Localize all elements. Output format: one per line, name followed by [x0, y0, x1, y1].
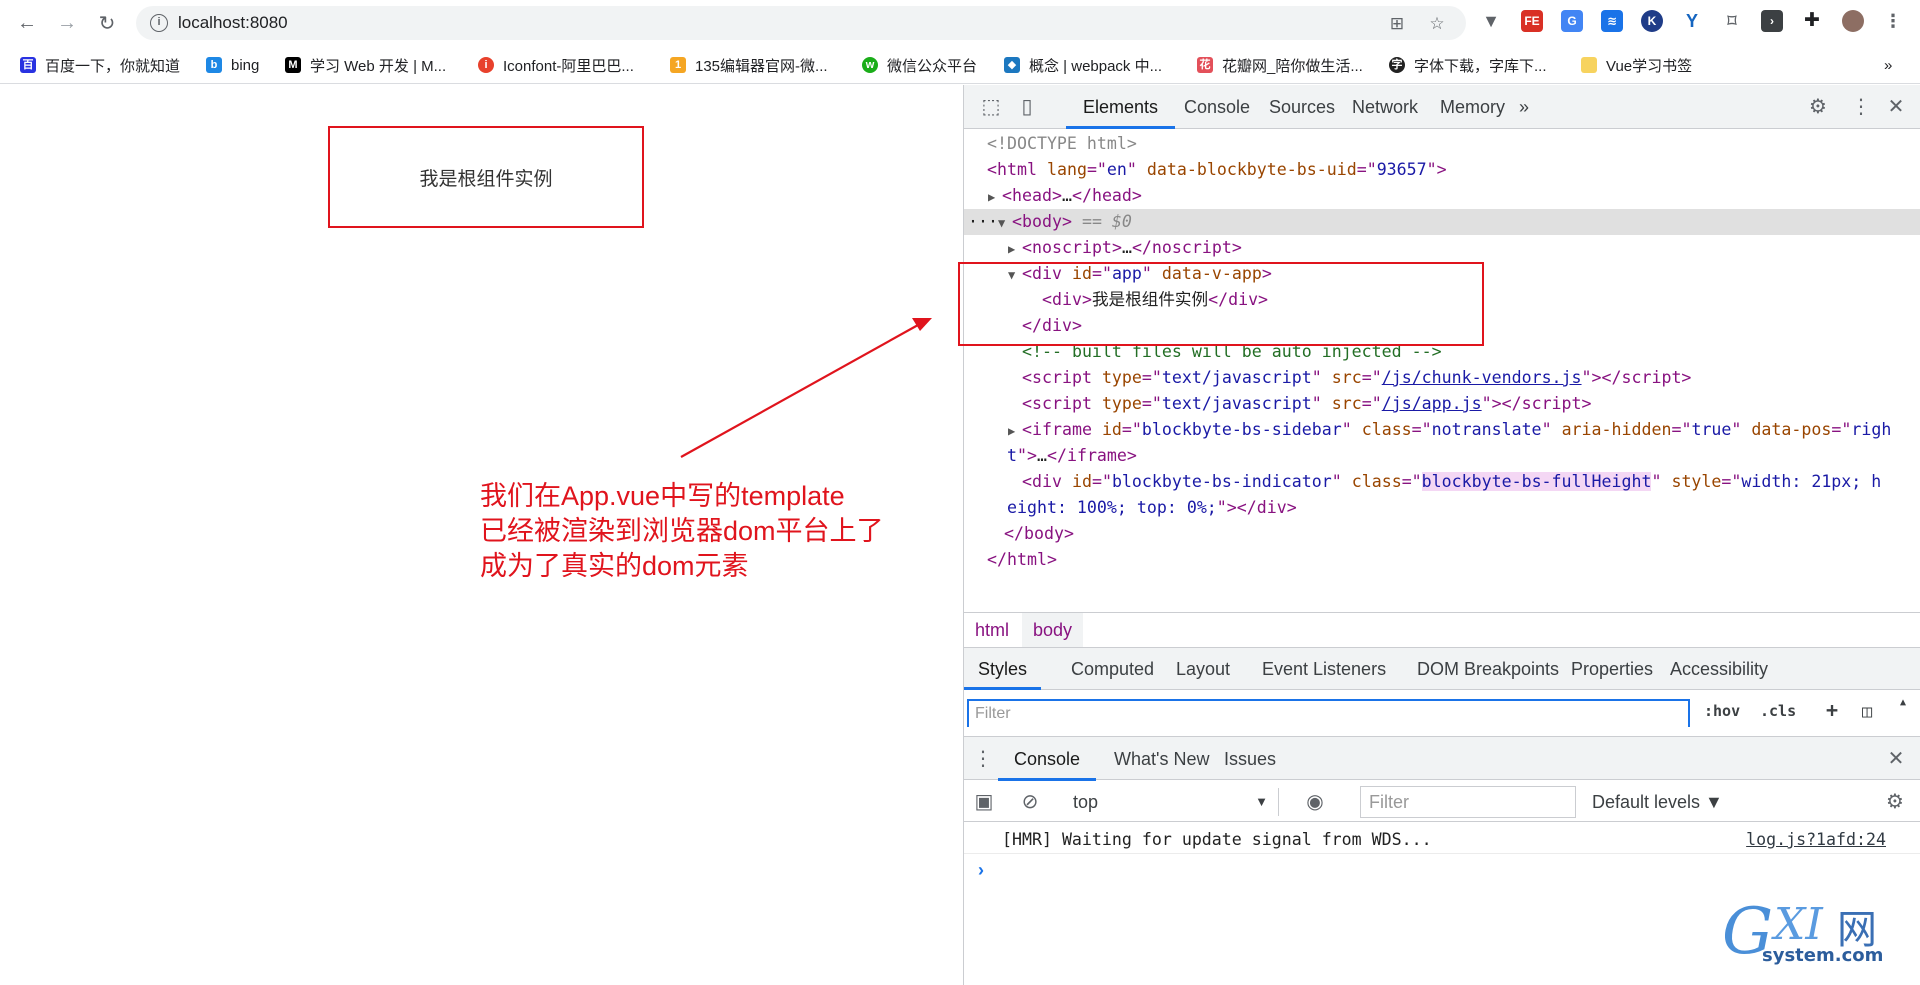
- attr-value: blockbyte-bs-sidebar: [1141, 420, 1342, 439]
- tab-properties[interactable]: Properties: [1557, 648, 1667, 690]
- dom-line-iframe[interactable]: ▶ <iframe id="blockbyte-bs-sidebar" class…: [964, 417, 1920, 443]
- breadcrumb-html[interactable]: html: [964, 613, 1020, 647]
- tab-elements[interactable]: Elements: [1066, 85, 1176, 129]
- dropdown-caret-icon: ▼: [1255, 794, 1268, 809]
- elements-tree[interactable]: <!DOCTYPE html> <html lang="en" data-blo…: [964, 129, 1920, 604]
- selected-ref: == $0: [1081, 212, 1132, 231]
- tab-accessibility[interactable]: Accessibility: [1656, 648, 1782, 690]
- dom-line-iframe-cont[interactable]: t">…</iframe>: [964, 443, 1920, 469]
- script-src-link[interactable]: /js/app.js: [1382, 394, 1482, 413]
- dom-line-html[interactable]: <html lang="en" data-blockbyte-bs-uid="9…: [964, 157, 1920, 183]
- browser-window: ← → ↻ i localhost:8080 ⊞ ☆ ▼ FE G ≋ K Y …: [0, 0, 1920, 985]
- dom-line-noscript[interactable]: ▶ <noscript>…</noscript>: [964, 235, 1920, 261]
- devtools-panel: ⬚ ▯ Elements Console Sources Network Mem…: [963, 85, 1920, 985]
- dom-line-body-close[interactable]: </body>: [964, 521, 1920, 547]
- dom-line-indicator-cont[interactable]: eight: 100%; top: 0%;"></div>: [964, 495, 1920, 521]
- attr-value: 93657: [1376, 160, 1427, 179]
- drawer-tabbar: ⋮ Console What's New Issues ✕: [964, 736, 1920, 781]
- console-settings-gear-icon[interactable]: ⚙: [1883, 790, 1907, 814]
- doctype-text: <!DOCTYPE html>: [987, 134, 1137, 153]
- dom-line-indicator[interactable]: <div id="blockbyte-bs-indicator" class="…: [964, 469, 1920, 495]
- devtools-tabbar: ⬚ ▯ Elements Console Sources Network Mem…: [964, 85, 1920, 129]
- script-src-link[interactable]: /js/chunk-vendors.js: [1382, 368, 1582, 387]
- elements-highlight-box: [958, 262, 1484, 346]
- attr-value-highlighted: blockbyte-bs-fullHeight: [1421, 472, 1652, 491]
- more-tabs-icon[interactable]: »: [1502, 85, 1546, 129]
- attr-value: en: [1106, 160, 1127, 179]
- dom-line-script-app[interactable]: <script type="text/javascript" src="/js/…: [964, 391, 1920, 417]
- styles-filter-input[interactable]: Filter: [967, 699, 1690, 727]
- log-levels-dropdown[interactable]: Default levels ▼: [1592, 788, 1723, 816]
- expand-triangle-icon[interactable]: ▶: [988, 184, 1002, 210]
- collapse-triangle-icon[interactable]: ▼: [998, 210, 1012, 236]
- styles-filter-row: Filter :hov .cls + ◫ ▲: [964, 690, 1920, 728]
- tag-name: html: [997, 160, 1037, 179]
- console-message: [HMR] Waiting for update signal from WDS…: [964, 825, 1920, 854]
- dom-line-head[interactable]: ▶ <head>…</head>: [964, 183, 1920, 209]
- computed-sidebar-icon[interactable]: ◫: [1862, 702, 1872, 722]
- attr-value: true: [1691, 420, 1732, 439]
- styles-tabbar: Styles Computed Layout Event Listeners D…: [964, 648, 1920, 690]
- gxi-watermark-logo: G XI 网 system.com: [1722, 895, 1884, 969]
- context-value: top: [1073, 792, 1099, 812]
- attr-value: text/javascript: [1161, 394, 1312, 413]
- drawer-tab-issues[interactable]: Issues: [1208, 737, 1292, 781]
- dom-line-body[interactable]: ···▼ <body> == $0: [964, 209, 1920, 235]
- attr-name: lang: [1046, 160, 1087, 179]
- close-drawer-icon[interactable]: ✕: [1885, 748, 1907, 770]
- tab-event-listeners[interactable]: Event Listeners: [1248, 648, 1400, 690]
- expand-triangle-icon[interactable]: ▶: [1008, 236, 1022, 262]
- new-rule-button[interactable]: +: [1826, 698, 1838, 722]
- close-devtools-icon[interactable]: ✕: [1885, 96, 1907, 118]
- tab-layout[interactable]: Layout: [1162, 648, 1244, 690]
- attr-value: text/javascript: [1161, 368, 1312, 387]
- tag-name: body: [1021, 212, 1062, 231]
- dom-breadcrumbs: html body: [964, 612, 1920, 648]
- attr-name: data-blockbyte-bs-uid: [1146, 160, 1357, 179]
- tab-network[interactable]: Network: [1335, 85, 1435, 129]
- console-prompt[interactable]: ›: [978, 860, 984, 881]
- class-toggle[interactable]: .cls: [1760, 702, 1796, 720]
- expand-triangle-icon[interactable]: ▶: [1008, 418, 1022, 444]
- attr-value: notranslate: [1431, 420, 1542, 439]
- attr-value: eight: 100%; top: 0%;: [1007, 498, 1217, 517]
- inspect-element-icon[interactable]: ⬚: [980, 96, 1002, 118]
- dom-line-doctype[interactable]: <!DOCTYPE html>: [964, 131, 1920, 157]
- clear-console-icon[interactable]: ⊘: [1018, 790, 1042, 814]
- tab-styles[interactable]: Styles: [964, 648, 1042, 690]
- attr-value: righ: [1851, 420, 1892, 439]
- drawer-tab-whats-new[interactable]: What's New: [1098, 737, 1225, 781]
- drawer-menu-icon[interactable]: ⋮: [972, 748, 994, 770]
- scroll-arrows-icon[interactable]: ▲: [1900, 697, 1906, 708]
- console-toolbar: ▣ ⊘ top ▼ ◉ Filter Default levels ▼ ⚙: [964, 781, 1920, 822]
- tag-name: noscript: [1032, 238, 1112, 257]
- console-message-source-link[interactable]: log.js?1afd:24: [1746, 825, 1886, 854]
- tab-computed[interactable]: Computed: [1057, 648, 1168, 690]
- attr-value: width: 21px; h: [1741, 472, 1882, 491]
- attr-value: blockbyte-bs-indicator: [1111, 472, 1332, 491]
- tab-dom-breakpoints[interactable]: DOM Breakpoints: [1403, 648, 1573, 690]
- console-message-text: [HMR] Waiting for update signal from WDS…: [1002, 830, 1432, 849]
- dom-line-html-close[interactable]: </html>: [964, 547, 1920, 573]
- device-toolbar-icon[interactable]: ▯: [1016, 96, 1038, 118]
- drawer-tab-console[interactable]: Console: [998, 737, 1097, 781]
- breadcrumb-body[interactable]: body: [1022, 613, 1084, 647]
- devtools-menu-icon[interactable]: ⋮: [1850, 96, 1872, 118]
- ellipsis-icon[interactable]: ···: [964, 212, 998, 231]
- context-select[interactable]: top ▼: [1069, 788, 1279, 816]
- live-expression-eye-icon[interactable]: ◉: [1303, 790, 1327, 814]
- settings-gear-icon[interactable]: ⚙: [1807, 96, 1829, 118]
- hover-state-toggle[interactable]: :hov: [1704, 702, 1740, 720]
- attr-value: t: [1007, 446, 1017, 465]
- tag-name: head: [1012, 186, 1052, 205]
- dom-line-script-vendors[interactable]: <script type="text/javascript" src="/js/…: [964, 365, 1920, 391]
- console-filter-input[interactable]: Filter: [1360, 786, 1576, 818]
- console-sidebar-icon[interactable]: ▣: [972, 790, 996, 814]
